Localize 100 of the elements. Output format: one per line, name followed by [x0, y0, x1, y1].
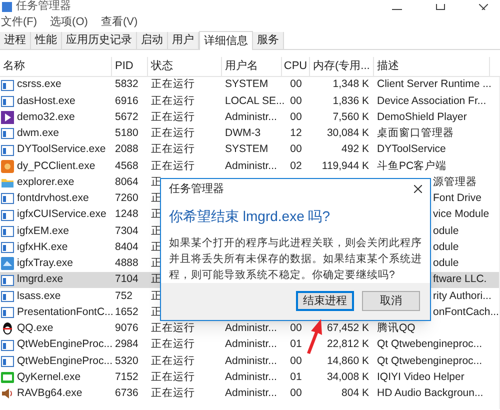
- status-cell: 正: [151, 273, 162, 286]
- description-cell: IQIYI Video Helper: [377, 370, 464, 383]
- user-cell: DWM-3: [225, 127, 261, 139]
- user-cell: Administr...: [225, 110, 277, 123]
- process-name: fontdrvhost.exe: [17, 191, 89, 206]
- cpu-cell: 00: [290, 387, 302, 399]
- status-cell: 正在运行: [151, 387, 195, 399]
- status-cell: 正: [151, 290, 162, 302]
- status-cell: 正: [151, 240, 162, 253]
- pid-cell: 9076: [115, 322, 138, 334]
- cpu-cell: 00: [290, 143, 302, 156]
- process-name: dwm.exe: [17, 126, 60, 141]
- process-name: RAVBg64.exe: [17, 386, 82, 401]
- pid-cell: 7260: [115, 192, 138, 204]
- process-name: DYToolService.exe: [17, 142, 106, 158]
- status-cell: 正: [151, 192, 162, 204]
- dialog-title: 任务管理器: [169, 182, 224, 197]
- pid-cell: 7104: [115, 273, 138, 286]
- user-cell: LOCAL SE...: [225, 94, 285, 106]
- process-name: QtWebEngineProc...: [17, 337, 113, 352]
- memory-cell: 14,860 K: [326, 354, 369, 366]
- process-name: igfxTray.exe: [17, 256, 74, 271]
- memory-cell: 67,452 K: [326, 322, 369, 334]
- process-name: dasHost.exe: [17, 94, 76, 108]
- description-cell: 桌面窗口管理器: [377, 127, 454, 139]
- description-cell: Font Drive: [433, 192, 482, 204]
- pid-cell: 4568: [115, 160, 138, 172]
- description-cell: Client Server Runtime ...: [377, 78, 492, 90]
- status-cell: 正: [151, 306, 162, 318]
- memory-cell: 804 K: [342, 387, 369, 399]
- description-cell: rity Authori...: [433, 290, 492, 302]
- description-cell: odule: [433, 240, 459, 253]
- description-cell: Device Association Fr...: [377, 94, 486, 106]
- pid-cell: 7152: [115, 370, 138, 383]
- memory-cell: 7,560 K: [332, 110, 369, 123]
- user-cell: SYSTEM: [225, 78, 268, 90]
- process-name: explorer.exe: [17, 174, 74, 190]
- process-name: QtWebEngineProc...: [17, 354, 113, 368]
- process-name: lsass.exe: [17, 288, 61, 304]
- user-cell: Administr...: [225, 354, 277, 366]
- description-cell: onFontCach...: [433, 306, 499, 318]
- pid-cell: 7304: [115, 224, 138, 236]
- memory-cell: 492 K: [342, 143, 369, 156]
- user-cell: Administr...: [225, 322, 277, 334]
- cpu-cell: 00: [290, 322, 302, 334]
- memory-cell: 22,812 K: [326, 338, 369, 350]
- pid-cell: 2088: [115, 143, 138, 156]
- pid-cell: 4888: [115, 257, 138, 269]
- pid-cell: 1248: [115, 208, 138, 220]
- cpu-cell: 00: [290, 354, 302, 366]
- pid-cell: 8404: [115, 240, 138, 253]
- status-cell: 正: [151, 224, 162, 236]
- process-name: igfxEM.exe: [17, 224, 69, 238]
- dialog-message: 如果某个打开的程序与此进程关联，则会关闭此程序并且将丢失所有未保存的数据。如果结束某个系统进程，则可能导致系统不稳定。你确定要继续吗?: [169, 236, 422, 283]
- pid-cell: 8064: [115, 176, 138, 188]
- user-cell: Administr...: [225, 160, 277, 172]
- process-name: demo32.exe: [17, 110, 75, 125]
- description-cell: HD Audio Backgroun...: [377, 387, 484, 399]
- status-cell: 正在运行: [151, 78, 195, 90]
- pid-cell: 5320: [115, 354, 138, 366]
- user-cell: Administr...: [225, 338, 277, 350]
- status-cell: 正: [151, 257, 162, 269]
- description-cell: 斗鱼PC客户端: [377, 160, 447, 172]
- memory-cell: 1,836 K: [332, 94, 369, 106]
- description-cell: DYToolService: [377, 143, 446, 156]
- description-cell: 源管理器: [433, 176, 477, 188]
- description-cell: odule: [433, 224, 459, 236]
- process-name: igfxHK.exe: [17, 240, 68, 255]
- status-cell: 正: [151, 208, 162, 220]
- pid-cell: 5832: [115, 78, 138, 90]
- status-cell: 正在运行: [151, 127, 195, 139]
- cpu-cell: 01: [290, 338, 302, 350]
- pid-cell: 1652: [115, 306, 138, 318]
- description-cell: Qt Qtwebengineproc...: [377, 354, 482, 366]
- cpu-cell: 01: [290, 370, 302, 383]
- description-cell: vice Module: [433, 208, 490, 220]
- description-cell: ftware LLC.: [433, 273, 487, 286]
- cpu-cell: 00: [290, 78, 302, 90]
- status-cell: 正在运行: [151, 143, 195, 156]
- status-cell: 正在运行: [151, 160, 195, 172]
- process-name: QyKernel.exe: [17, 370, 81, 385]
- process-name: PresentationFontC...: [17, 304, 114, 320]
- process-name: QQ.exe: [17, 321, 54, 336]
- pid-cell: 6736: [115, 387, 138, 399]
- pid-cell: 2984: [115, 338, 138, 350]
- memory-cell: 119,944 K: [322, 160, 369, 172]
- process-name: lmgrd.exe: [17, 272, 64, 288]
- user-cell: Administr...: [225, 387, 277, 399]
- description-cell: 腾讯QQ: [377, 322, 416, 334]
- cpu-cell: 02: [290, 160, 302, 172]
- status-cell: 正在运行: [151, 322, 195, 334]
- status-cell: 正在运行: [151, 94, 195, 106]
- user-cell: SYSTEM: [225, 143, 268, 156]
- memory-cell: 1,348 K: [332, 78, 369, 90]
- window-title: 任务管理器: [16, 1, 71, 12]
- process-name: dy_PCClient.exe: [17, 158, 96, 174]
- pid-cell: 5180: [115, 127, 138, 139]
- memory-cell: 34,008 K: [326, 370, 369, 383]
- status-cell: 正在运行: [151, 338, 195, 350]
- process-name: csrss.exe: [17, 77, 62, 92]
